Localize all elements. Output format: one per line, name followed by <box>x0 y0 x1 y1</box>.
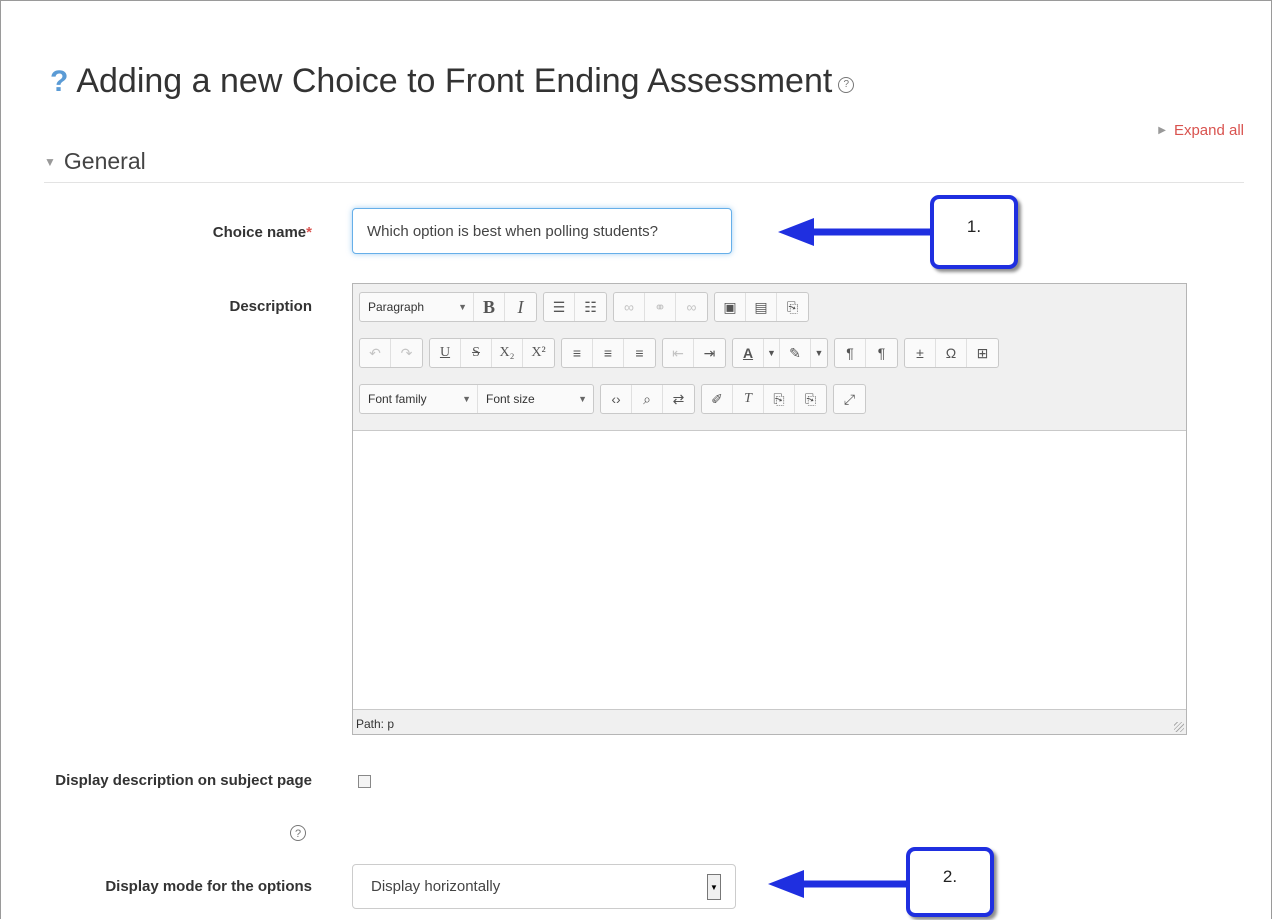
display-mode-label: Display mode for the options <box>105 878 312 895</box>
direction-group: ¶ ¶ <box>834 338 898 368</box>
align-center-icon[interactable]: ≡ <box>593 339 624 367</box>
required-mark: * <box>306 224 312 241</box>
description-label: Description <box>229 298 312 315</box>
choice-name-label: Choice name* <box>12 224 312 241</box>
callout-2: 2. <box>906 847 994 917</box>
paste-text-icon[interactable]: ⎘ <box>764 385 795 413</box>
dropdown-arrow-icon: ▼ <box>458 302 467 312</box>
display-description-label: Display description on subject page <box>55 772 312 789</box>
editor-content-area[interactable] <box>353 430 1186 710</box>
unlink-icon[interactable]: ⚭ <box>645 293 676 321</box>
fullscreen-icon[interactable]: ⤢ <box>834 385 865 413</box>
display-mode-select[interactable]: Display horizontally ▼ <box>352 864 736 909</box>
font-family-dropdown[interactable]: Font family ▼ <box>360 385 478 413</box>
expand-all-label: Expand all <box>1173 122 1244 139</box>
paragraph-label: Paragraph <box>368 300 425 314</box>
text-style-group: U S X₂ X² <box>429 338 555 368</box>
rtl-icon[interactable]: ¶ <box>866 339 897 367</box>
editor-path: Path: p <box>356 717 395 731</box>
callout-arrow-2 <box>768 870 915 898</box>
indent-icon[interactable]: ⇥ <box>694 339 725 367</box>
description-editor[interactable]: Paragraph ▼ B I ☰ ☷ ∞ ⚭ ∞ ▣ ▤ ⎘ ↶ ↷ U S <box>352 283 1187 735</box>
font-family-label: Font family <box>368 392 427 406</box>
equation-icon[interactable]: ± <box>905 339 936 367</box>
bullet-list-icon[interactable]: ☰ <box>544 293 575 321</box>
toolbar-row-1: Paragraph ▼ B I ☰ ☷ ∞ ⚭ ∞ ▣ ▤ ⎘ <box>359 292 815 322</box>
dropdown-arrow-icon: ▼ <box>462 394 471 404</box>
manage-files-icon[interactable]: ⎘ <box>777 293 808 321</box>
table-icon[interactable]: ⊞ <box>967 339 998 367</box>
media-group: ▣ ▤ ⎘ <box>714 292 809 322</box>
outdent-icon[interactable]: ⇤ <box>663 339 694 367</box>
dropdown-arrow-icon: ▼ <box>578 394 587 404</box>
select-arrow-icon[interactable]: ▼ <box>707 874 721 900</box>
question-icon: ? <box>50 64 69 98</box>
text-color-icon[interactable]: A <box>733 339 764 367</box>
paste-word-icon[interactable]: ⎘ <box>795 385 826 413</box>
align-right-icon[interactable]: ≡ <box>624 339 655 367</box>
choice-name-label-text: Choice name <box>212 224 307 241</box>
undo-icon[interactable]: ↶ <box>360 339 391 367</box>
cleanup-icon[interactable]: ✐ <box>702 385 733 413</box>
help-icon[interactable]: ? <box>838 76 855 93</box>
background-color-icon[interactable]: ✎ <box>780 339 811 367</box>
link-icon[interactable]: ∞ <box>614 293 645 321</box>
redo-icon[interactable]: ↷ <box>391 339 422 367</box>
html-code-icon[interactable]: ‹› <box>601 385 632 413</box>
image-icon[interactable]: ▣ <box>715 293 746 321</box>
align-left-icon[interactable]: ≡ <box>562 339 593 367</box>
color-group: A ▼ ✎ ▼ <box>732 338 828 368</box>
anchor-icon[interactable]: ∞ <box>676 293 707 321</box>
subscript-button[interactable]: X₂ <box>492 339 523 367</box>
font-size-dropdown[interactable]: Font size ▼ <box>478 385 593 413</box>
display-description-checkbox[interactable] <box>358 775 371 788</box>
section-general-header[interactable]: ▼ General <box>44 148 146 175</box>
toolbar-row-2: ↶ ↷ U S X₂ X² ≡ ≡ ≡ ⇤ ⇥ A ▼ ✎ ▼ ¶ ¶ ± Ω … <box>359 338 1005 368</box>
numbered-list-icon[interactable]: ☷ <box>575 293 606 321</box>
expand-all-link[interactable]: ▶ Expand all <box>1158 122 1244 139</box>
paragraph-dropdown[interactable]: Paragraph ▼ <box>360 293 474 321</box>
cleanup-group: ✐ T ⎘ ⎘ <box>701 384 827 414</box>
indent-group: ⇤ ⇥ <box>662 338 726 368</box>
choice-name-input[interactable]: Which option is best when polling studen… <box>352 208 732 254</box>
tools-group: ‹› ⌕ ⇄ <box>600 384 695 414</box>
format-group: Paragraph ▼ B I <box>359 292 537 322</box>
insert-group: ± Ω ⊞ <box>904 338 999 368</box>
resize-grip-icon[interactable] <box>1174 722 1184 732</box>
section-divider <box>44 182 1244 183</box>
italic-button[interactable]: I <box>505 293 536 321</box>
link-group: ∞ ⚭ ∞ <box>613 292 708 322</box>
caret-down-icon: ▼ <box>44 154 56 169</box>
ltr-icon[interactable]: ¶ <box>835 339 866 367</box>
callout-arrow-1 <box>778 218 935 246</box>
fullscreen-group: ⤢ <box>833 384 866 414</box>
clear-formatting-icon[interactable]: T <box>733 385 764 413</box>
text-color-arrow-icon[interactable]: ▼ <box>764 339 780 367</box>
triangle-right-icon: ▶ <box>1158 125 1166 136</box>
replace-icon[interactable]: ⇄ <box>663 385 694 413</box>
list-group: ☰ ☷ <box>543 292 607 322</box>
page-title: ? Adding a new Choice to Front Ending As… <box>50 62 855 101</box>
callout-1: 1. <box>930 195 1018 269</box>
superscript-button[interactable]: X² <box>523 339 554 367</box>
section-title: General <box>63 148 146 174</box>
choice-name-value: Which option is best when polling studen… <box>367 222 659 240</box>
media-icon[interactable]: ▤ <box>746 293 777 321</box>
strikethrough-button[interactable]: S <box>461 339 492 367</box>
history-group: ↶ ↷ <box>359 338 423 368</box>
special-char-icon[interactable]: Ω <box>936 339 967 367</box>
font-size-label: Font size <box>486 392 535 406</box>
background-color-arrow-icon[interactable]: ▼ <box>811 339 827 367</box>
toolbar-row-3: Font family ▼ Font size ▼ ‹› ⌕ ⇄ ✐ T ⎘ ⎘… <box>359 384 872 414</box>
help-icon[interactable]: ? <box>290 825 306 841</box>
underline-button[interactable]: U <box>430 339 461 367</box>
font-group: Font family ▼ Font size ▼ <box>359 384 594 414</box>
bold-button[interactable]: B <box>474 293 505 321</box>
display-mode-value: Display horizontally <box>371 878 501 895</box>
align-group: ≡ ≡ ≡ <box>561 338 656 368</box>
find-icon[interactable]: ⌕ <box>632 385 663 413</box>
page-title-text: Adding a new Choice to Front Ending Asse… <box>76 62 833 100</box>
